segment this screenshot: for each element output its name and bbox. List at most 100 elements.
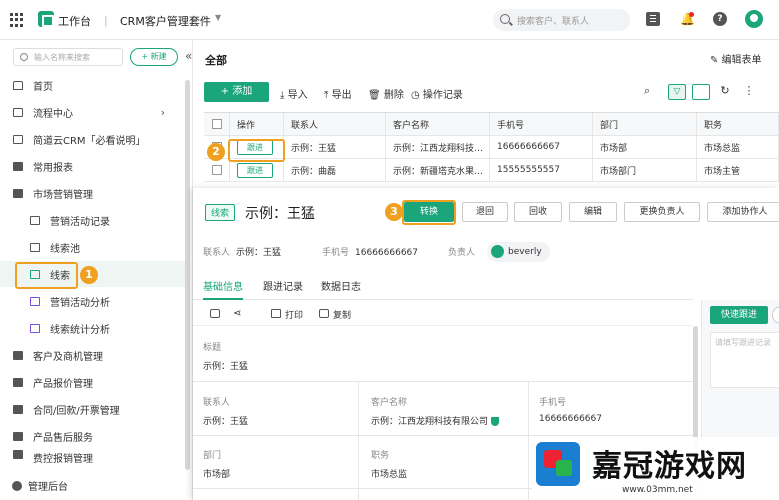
chevron-right-icon: › (160, 105, 165, 119)
follow-button[interactable]: 跟进 (237, 162, 273, 178)
dept-cell: 市场部 (593, 136, 697, 158)
image-icon[interactable] (210, 309, 220, 318)
tab-basic-info[interactable]: 基础信息 (203, 278, 243, 293)
sidebar-item-label: 费控报销管理 (33, 454, 93, 464)
company-cell: 示例：新疆塔克水果… (386, 159, 490, 181)
change-owner-button[interactable]: 更换负责人 (624, 202, 700, 222)
pane-toggle[interactable] (772, 306, 779, 324)
copy-button[interactable]: 复制 (333, 308, 351, 321)
folder-icon (13, 161, 23, 171)
field-job: 职务 市场总监 (371, 451, 408, 480)
sidebar-item-aftersales[interactable]: 产品售后服务 (0, 423, 185, 449)
delete-button[interactable]: 🗑 删除 (368, 86, 404, 101)
tab-follow-records[interactable]: 跟进记录 (263, 278, 303, 293)
sidebar-item-marketing[interactable]: 市场营销管理 (0, 180, 185, 206)
sidebar-search-input[interactable]: 输入名称来搜索 (13, 48, 123, 66)
field-title: 标题 示例：王猛 (203, 343, 249, 372)
quick-follow-button[interactable]: 快速跟进 (710, 306, 768, 324)
divider (193, 381, 693, 382)
more-icon[interactable]: ⋮ (740, 84, 758, 100)
column-header: 职务 (697, 113, 779, 135)
sidebar-item-lead-stats[interactable]: 线索统计分析 (0, 315, 185, 341)
sidebar-item-label: 流程中心 (33, 108, 73, 120)
print-icon (271, 309, 281, 318)
sidebar-item-workflow[interactable]: 流程中心 › (0, 99, 185, 125)
table-row[interactable]: 跟进 示例：曲磊 示例：新疆塔克水果… 15555555557 市场部门 市场主… (204, 159, 779, 182)
print-button[interactable]: 打印 (285, 308, 303, 321)
verified-shield-icon (491, 417, 500, 426)
table-header-row: 操作 联系人 客户名称 手机号 部门 职务 (204, 113, 779, 136)
sidebar-item-quotes[interactable]: 产品报价管理 (0, 369, 185, 395)
admin-backend-link[interactable]: 管理后台 (12, 478, 68, 493)
copy-icon (319, 309, 329, 318)
share-icon[interactable]: ⋖ (233, 308, 241, 319)
filter-icon[interactable]: ▽ (668, 84, 686, 100)
sidebar-item-customers[interactable]: 客户及商机管理 (0, 342, 185, 368)
operation-log-button[interactable]: ◷ 操作记录 (411, 86, 463, 101)
view-icon[interactable] (692, 84, 710, 100)
new-button[interactable]: + 新建 (130, 48, 178, 66)
column-header: 手机号 (490, 113, 593, 135)
meta-contact: 联系人 示例：王猛 (203, 248, 282, 258)
add-collaborator-button[interactable]: 添加协作人 (707, 202, 779, 222)
sidebar-item-label: 产品售后服务 (33, 432, 93, 444)
owner-pill[interactable]: beverly (487, 242, 550, 262)
search-placeholder: 搜索客户、联系人 (517, 17, 590, 27)
suite-name[interactable]: CRM客户管理套件 (120, 13, 211, 29)
caret-down-icon[interactable]: ▼ (215, 13, 221, 22)
collapse-sidebar-icon[interactable]: « (185, 49, 192, 63)
divider (528, 381, 529, 500)
sidebar-item-contracts[interactable]: 合同/回款/开票管理 (0, 396, 185, 422)
sidebar-item-label: 简道云CRM「必看说明」 (33, 135, 146, 147)
tab-data-log[interactable]: 数据日志 (321, 278, 361, 293)
column-header: 客户名称 (386, 113, 490, 135)
sidebar-item-expenses[interactable]: 费控报销管理 (0, 450, 185, 464)
detail-tabs: 基础信息 跟进记录 数据日志 (193, 276, 693, 300)
add-button[interactable]: + 添加 (204, 82, 269, 102)
document-icon[interactable] (646, 12, 660, 26)
watermark-url: www.03mm.net (622, 485, 693, 495)
sidebar-scrollbar[interactable] (185, 80, 190, 470)
refresh-icon[interactable]: ↻ (716, 84, 734, 100)
sidebar-search-placeholder: 输入名称来搜索 (34, 53, 90, 62)
return-button[interactable]: 退回 (462, 202, 508, 222)
search-icon[interactable]: ⌕ (644, 84, 662, 100)
edit-button[interactable]: 编辑 (569, 202, 617, 222)
help-icon[interactable]: ? (713, 12, 727, 26)
sidebar-item-campaign-records[interactable]: 营销活动记录 (0, 207, 185, 233)
sidebar-item-campaign-analysis[interactable]: 营销活动分析 (0, 288, 185, 314)
column-header: 部门 (593, 113, 697, 135)
admin-backend-label: 管理后台 (28, 482, 68, 493)
export-button[interactable]: ⤒ 导出 (324, 86, 352, 101)
select-all-checkbox[interactable] (204, 113, 230, 135)
import-button[interactable]: ⤓ 导入 (280, 86, 308, 101)
app-name[interactable]: 工作台 (58, 13, 91, 29)
notification-bell-icon[interactable]: 🔔 (680, 12, 695, 26)
phone-cell: 15555555557 (490, 159, 593, 181)
step-badge-3: 3 (385, 203, 403, 221)
user-avatar[interactable] (745, 10, 763, 28)
watermark-logo-icon (536, 442, 580, 486)
folder-icon (13, 377, 23, 387)
folder-open-icon (13, 188, 23, 198)
follow-note-input[interactable]: 请填写跟进记录 (710, 332, 779, 388)
step-badge-1: 1 (80, 266, 98, 284)
table-row[interactable]: 跟进 示例：王猛 示例：江西龙翔科技… 16666666667 市场部 市场总监 (204, 136, 779, 159)
global-search-input[interactable]: 搜索客户、联系人 (493, 9, 630, 31)
watermark-text: 嘉冠游戏网 (592, 449, 747, 484)
dept-cell: 市场部门 (593, 159, 697, 181)
sidebar-item-label: 客户及商机管理 (33, 351, 103, 363)
folder-icon (13, 431, 23, 441)
row-checkbox[interactable] (204, 159, 230, 181)
sidebar-item-lead-pool[interactable]: 线索池 (0, 234, 185, 260)
edit-form-button[interactable]: ✎ 编辑表单 (710, 51, 762, 66)
sidebar-item-crm-guide[interactable]: 简道云CRM「必看说明」 (0, 126, 185, 152)
recycle-button[interactable]: 回收 (514, 202, 562, 222)
sidebar-item-reports[interactable]: 常用报表 (0, 153, 185, 179)
apps-grid-icon[interactable] (10, 13, 24, 27)
sidebar-item-home[interactable]: 首页 (0, 72, 185, 98)
folder-icon (13, 350, 23, 360)
lead-tag: 线索 (205, 204, 236, 221)
title-cell: 市场主管 (697, 159, 779, 181)
divider (358, 381, 359, 500)
